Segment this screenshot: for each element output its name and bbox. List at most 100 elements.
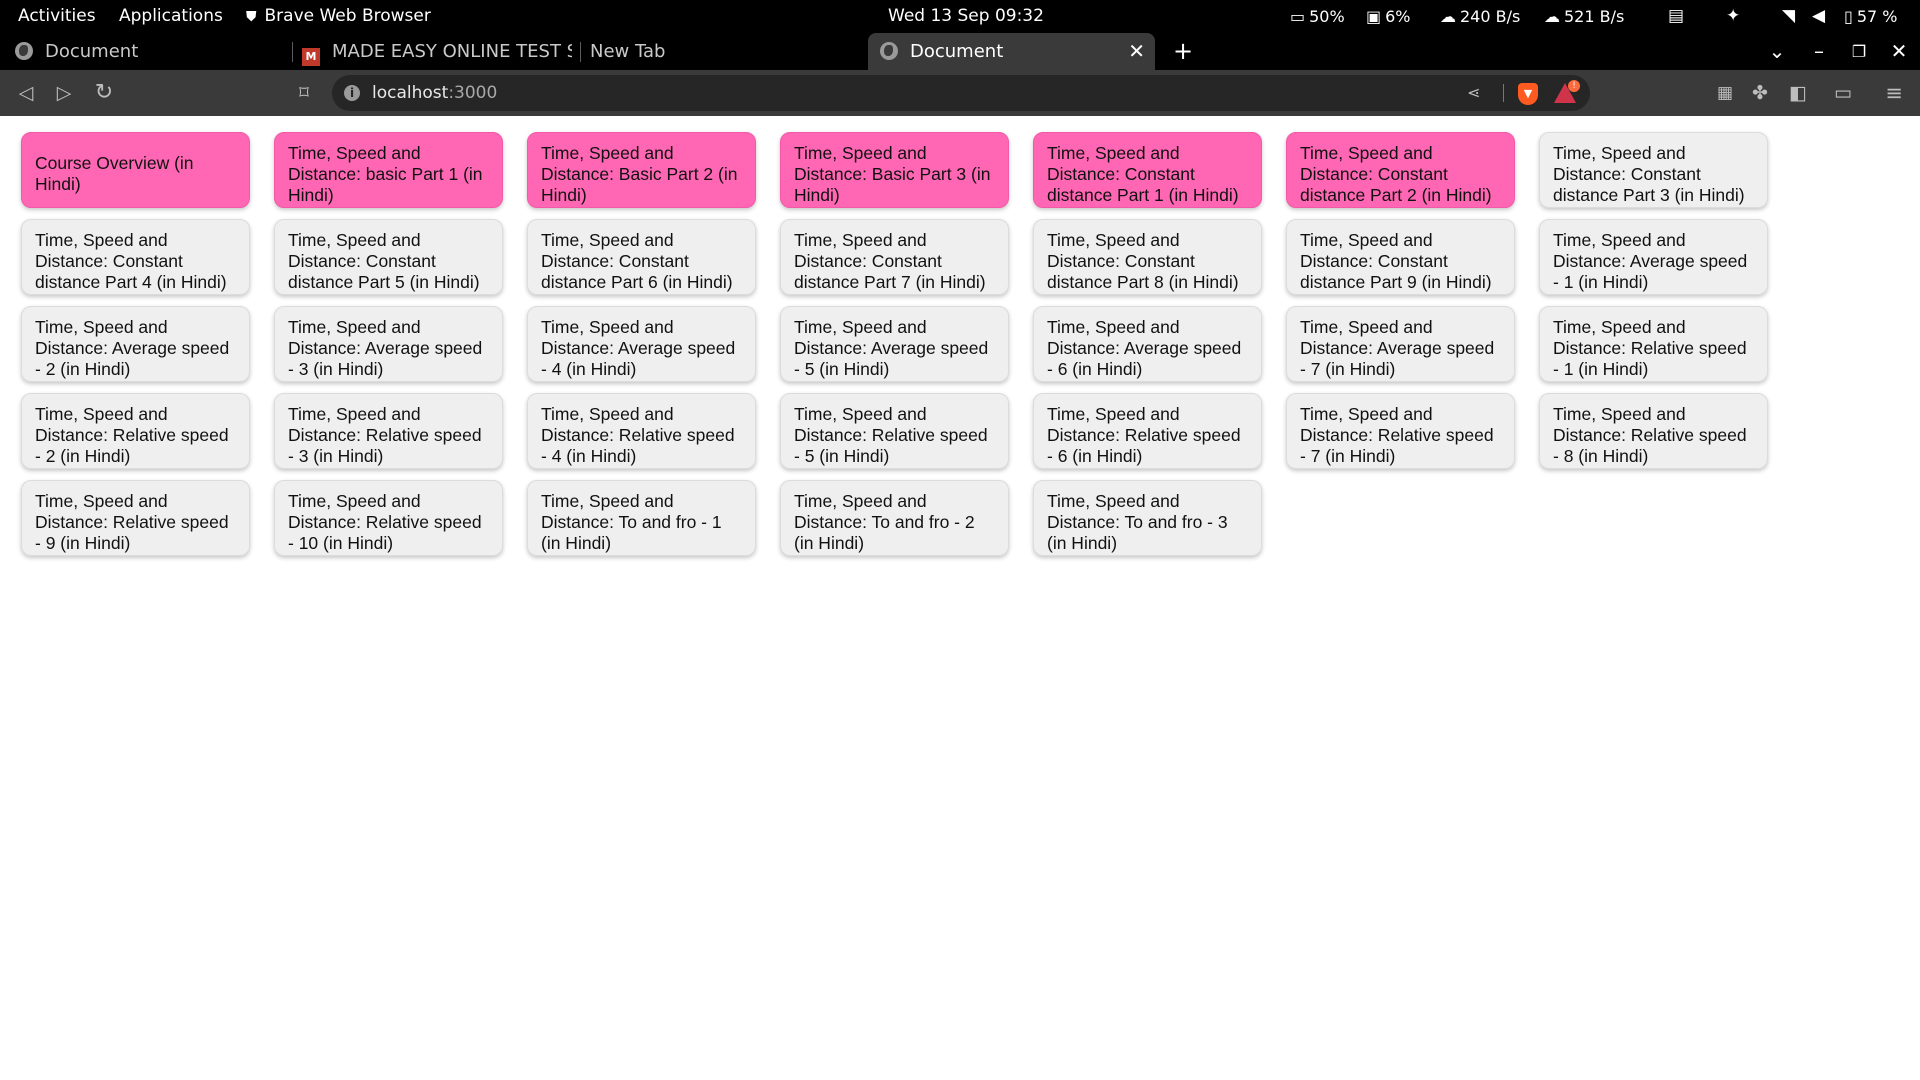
lesson-card[interactable]: Time, Speed and Distance: basic Part 1 (… [274,132,503,208]
url-port: :3000 [448,83,498,103]
lesson-card-label: Time, Speed and Distance: Average speed … [1300,316,1495,379]
lesson-card-label: Time, Speed and Distance: Constant dista… [1300,142,1492,205]
menu-icon[interactable]: ≡ [1879,70,1909,116]
lesson-card[interactable]: Time, Speed and Distance: Constant dista… [1539,132,1768,208]
made-easy-icon: M [302,48,320,66]
close-window-icon[interactable]: ✕ [1884,33,1914,70]
volume-icon[interactable]: ◀ [1812,0,1825,33]
lesson-card[interactable]: Time, Speed and Distance: Relative speed… [527,393,756,469]
address-separator [1503,84,1504,102]
extensions-puzzle-icon[interactable]: ✤ [1745,70,1775,116]
lesson-card-label: Time, Speed and Distance: Basic Part 2 (… [541,142,738,205]
lesson-card-label: Time, Speed and Distance: Relative speed… [1553,316,1747,379]
clock[interactable]: Wed 13 Sep 09:32 [888,0,1044,33]
lesson-card[interactable]: Time, Speed and Distance: Relative speed… [274,393,503,469]
lesson-card[interactable]: Time, Speed and Distance: Average speed … [1286,306,1515,382]
lesson-card[interactable]: Time, Speed and Distance: Constant dista… [1033,219,1262,295]
lesson-card[interactable]: Time, Speed and Distance: Constant dista… [1033,132,1262,208]
clipboard-icon[interactable]: ▤ [1668,0,1684,33]
lesson-card[interactable]: Time, Speed and Distance: Average speed … [527,306,756,382]
new-tab-button[interactable]: + [1168,33,1198,70]
restore-window-icon[interactable]: ❐ [1844,33,1874,70]
lesson-card-label: Time, Speed and Distance: To and fro - 1… [541,490,722,553]
minimize-window-icon[interactable]: – [1804,33,1834,70]
tab-new-tab[interactable]: New Tab [590,33,860,70]
lesson-card[interactable]: Time, Speed and Distance: Relative speed… [21,393,250,469]
wallet-icon[interactable]: ▭ [1828,70,1858,116]
sidebar-toggle-icon[interactable]: ◧ [1783,70,1813,116]
lesson-card[interactable]: Time, Speed and Distance: Constant dista… [1286,219,1515,295]
activities-button[interactable]: Activities [18,0,96,33]
upload-indicator[interactable]: ☁ 521 B/s [1544,0,1624,33]
lesson-card[interactable]: Time, Speed and Distance: Constant dista… [274,219,503,295]
lesson-card[interactable]: Time, Speed and Distance: Relative speed… [780,393,1009,469]
lesson-card[interactable]: Time, Speed and Distance: To and fro - 1… [527,480,756,556]
lesson-card-label: Time, Speed and Distance: Relative speed… [541,403,735,466]
tab-title: MADE EASY ONLINE TEST SER [332,41,572,62]
lesson-card-label: Time, Speed and Distance: Constant dista… [794,229,986,292]
lesson-card-label: Time, Speed and Distance: Relative speed… [35,403,229,466]
lesson-card[interactable]: Course Overview (in Hindi) [21,132,250,208]
tab-made-easy[interactable]: M MADE EASY ONLINE TEST SER [302,33,572,70]
back-icon[interactable]: ◁ [11,70,41,116]
memory-indicator[interactable]: ▣ 6% [1366,0,1411,33]
lesson-card-label: Time, Speed and Distance: Relative speed… [288,490,482,553]
address-bar[interactable]: i localhost:3000 ⋖ ▼ ! [332,75,1590,111]
tab-list-chevron-icon[interactable]: ⌄ [1762,33,1792,70]
applications-menu[interactable]: Applications [119,0,223,33]
lesson-card[interactable]: Time, Speed and Distance: To and fro - 2… [780,480,1009,556]
bookmark-icon[interactable]: ⌑ [289,70,319,116]
battery-value: 57 % [1856,7,1898,26]
lesson-card[interactable]: Time, Speed and Distance: Constant dista… [780,219,1009,295]
lesson-card[interactable]: Time, Speed and Distance: Relative speed… [1539,393,1768,469]
tab-separator [580,42,581,62]
lesson-card-label: Time, Speed and Distance: Relative speed… [1300,403,1494,466]
app-menu[interactable]: ⛊ Brave Web Browser [246,0,431,33]
lesson-card[interactable]: Time, Speed and Distance: Constant dista… [21,219,250,295]
lesson-card[interactable]: Time, Speed and Distance: Constant dista… [1286,132,1515,208]
upload-value: 521 B/s [1564,7,1625,26]
battery-indicator[interactable]: ▯ 57 % [1844,0,1897,33]
lesson-card[interactable]: Time, Speed and Distance: To and fro - 3… [1033,480,1262,556]
lesson-card[interactable]: Time, Speed and Distance: Constant dista… [527,219,756,295]
close-tab-icon[interactable]: ✕ [1128,33,1145,70]
lesson-card-label: Time, Speed and Distance: To and fro - 3… [1047,490,1228,553]
lesson-card-label: Time, Speed and Distance: Constant dista… [541,229,733,292]
lesson-card[interactable]: Time, Speed and Distance: Basic Part 2 (… [527,132,756,208]
cpu-indicator[interactable]: ▭ 50% [1290,0,1345,33]
lesson-card[interactable]: Time, Speed and Distance: Basic Part 3 (… [780,132,1009,208]
rewards-badge: ! [1568,80,1580,92]
tab-document-active[interactable]: Document ✕ [868,33,1155,70]
lesson-card-label: Time, Speed and Distance: basic Part 1 (… [288,142,483,205]
lesson-grid: Course Overview (in Hindi) Time, Speed an… [21,132,1779,556]
app-name: Brave Web Browser [264,6,431,26]
lesson-card[interactable]: Time, Speed and Distance: Average speed … [1033,306,1262,382]
lesson-card[interactable]: Time, Speed and Distance: Average speed … [780,306,1009,382]
lesson-card-label: Time, Speed and Distance: Constant dista… [35,229,227,292]
lesson-card[interactable]: Time, Speed and Distance: Average speed … [21,306,250,382]
brave-shields-icon[interactable]: ▼ [1518,83,1538,105]
globe-icon [15,42,33,60]
accessibility-icon[interactable]: ✦ [1726,0,1740,33]
lesson-card-label: Time, Speed and Distance: Average speed … [1553,229,1748,292]
forward-icon[interactable]: ▷ [49,70,79,116]
extension-badge-icon[interactable]: ▦ [1710,70,1740,116]
lesson-card[interactable]: Time, Speed and Distance: Average speed … [1539,219,1768,295]
url-text[interactable]: localhost:3000 [372,75,497,111]
page-content: Course Overview (in Hindi) Time, Speed an… [0,116,1920,1080]
lesson-card[interactable]: Time, Speed and Distance: Relative speed… [21,480,250,556]
lesson-card[interactable]: Time, Speed and Distance: Relative speed… [1539,306,1768,382]
lesson-card[interactable]: Time, Speed and Distance: Relative speed… [274,480,503,556]
download-indicator[interactable]: ☁ 240 B/s [1440,0,1520,33]
lesson-card[interactable]: Time, Speed and Distance: Relative speed… [1286,393,1515,469]
reload-icon[interactable]: ↻ [89,70,119,116]
lesson-card[interactable]: Time, Speed and Distance: Relative speed… [1033,393,1262,469]
wifi-icon[interactable]: ◥ [1782,0,1795,33]
lesson-card[interactable]: Time, Speed and Distance: Average speed … [274,306,503,382]
tab-document-1[interactable]: Document [12,33,282,70]
lesson-card-label: Time, Speed and Distance: Relative speed… [288,403,482,466]
tab-strip: Document M MADE EASY ONLINE TEST SER New … [0,33,1920,70]
site-info-icon[interactable]: i [344,85,360,101]
share-icon[interactable]: ⋖ [1467,75,1480,111]
download-value: 240 B/s [1460,7,1521,26]
